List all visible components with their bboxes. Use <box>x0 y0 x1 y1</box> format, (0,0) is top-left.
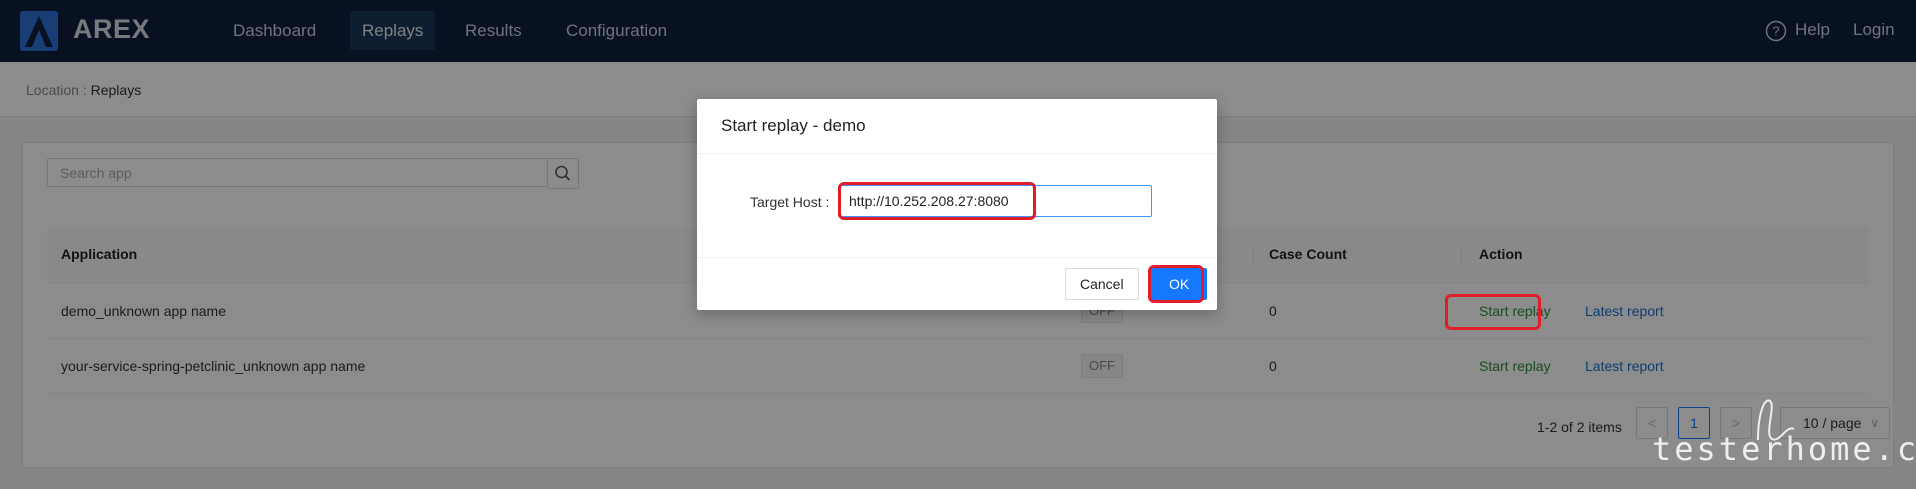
target-host-label: Target Host : <box>750 194 830 210</box>
dialog-body: Target Host : <box>697 154 1217 258</box>
start-replay-highlight <box>1445 294 1541 330</box>
start-replay-dialog: Start replay - demo Target Host : Cancel… <box>697 99 1217 310</box>
ok-highlight <box>1148 265 1204 303</box>
target-host-highlight <box>838 182 1036 220</box>
dialog-title: Start replay - demo <box>721 116 866 135</box>
cancel-button[interactable]: Cancel <box>1065 268 1139 300</box>
watermark-text: testerhome.com <box>1652 430 1916 468</box>
dialog-footer: Cancel OK <box>697 258 1217 312</box>
dialog-header: Start replay - demo <box>697 99 1217 154</box>
